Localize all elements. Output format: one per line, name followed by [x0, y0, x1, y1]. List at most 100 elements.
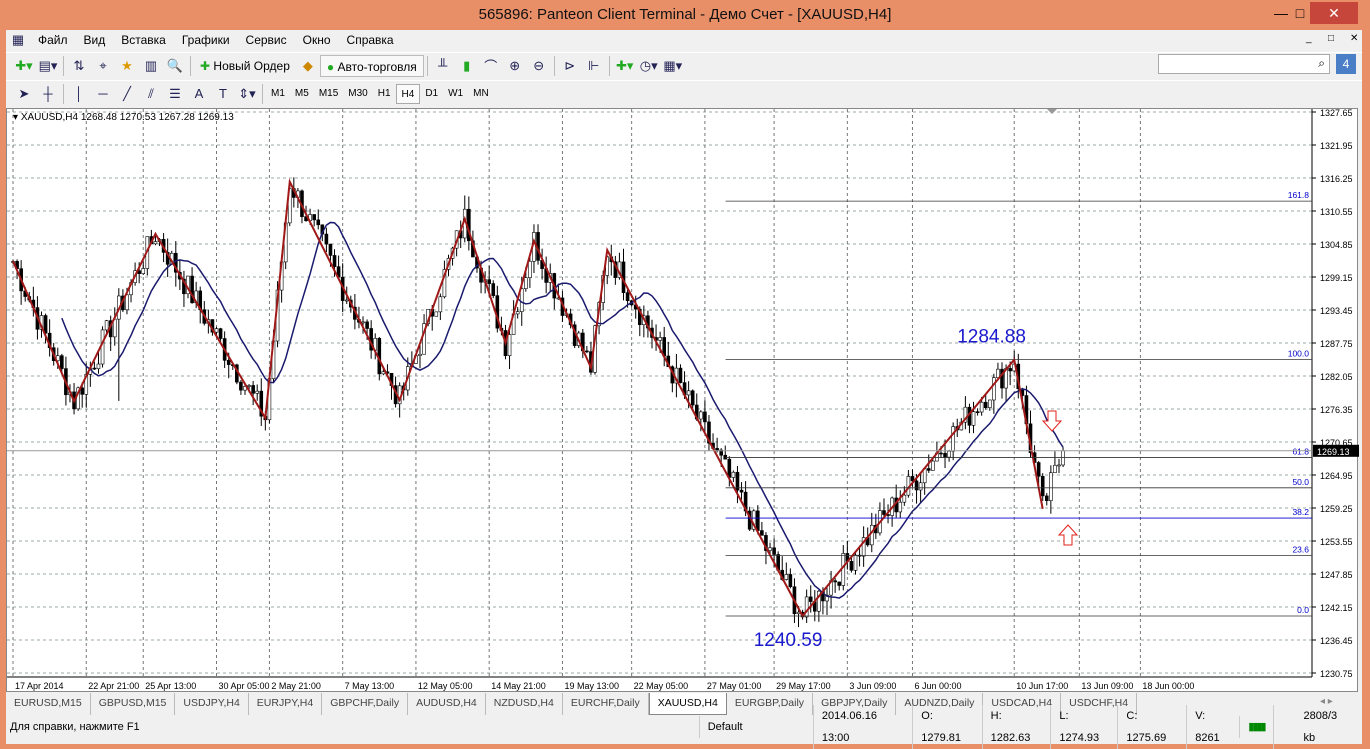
candle	[259, 378, 264, 426]
new-order-button[interactable]: ✚ Новый Ордер	[194, 55, 296, 77]
search-icon[interactable]: ⌕	[1318, 56, 1325, 71]
candle	[967, 403, 972, 434]
chart-tab[interactable]: EURGBP,Daily	[727, 693, 814, 715]
candle	[833, 578, 837, 593]
close-button[interactable]: ✕	[1310, 2, 1358, 24]
menu-item[interactable]: Графики	[174, 33, 238, 47]
candle-body	[943, 452, 947, 458]
chart-tab[interactable]: EURCHF,Daily	[563, 693, 649, 715]
candle	[536, 224, 540, 265]
crosshair-icon[interactable]: ┼	[36, 83, 60, 105]
vertical-line-icon[interactable]: │	[67, 83, 91, 105]
menu-item[interactable]: Вставка	[113, 33, 174, 47]
maximize-button[interactable]: □	[1290, 2, 1310, 24]
new-chart-icon[interactable]: ✚▾	[12, 55, 36, 77]
metaeditor-icon[interactable]: ◆	[296, 55, 320, 77]
candle-body	[804, 596, 809, 618]
horizontal-line-icon[interactable]: ─	[91, 83, 115, 105]
search-input[interactable]: ⌕	[1158, 54, 1330, 74]
candle-body	[975, 411, 980, 413]
indicators-icon[interactable]: ✚▾	[613, 55, 637, 77]
candle	[825, 585, 829, 615]
candle	[312, 214, 316, 227]
equidistant-channel-icon[interactable]: ⫽	[139, 83, 163, 105]
text-icon[interactable]: A	[187, 83, 211, 105]
mdi-minimize-button[interactable]: _	[1306, 33, 1312, 44]
chart-tab[interactable]: GBPCHF,Daily	[322, 693, 409, 715]
x-tick-label: 29 May 17:00	[776, 681, 831, 691]
auto-trading-button[interactable]: ● Авто-торговля	[319, 54, 424, 77]
menu-item[interactable]: Окно	[295, 33, 339, 47]
candle-body	[756, 510, 760, 531]
menu-item[interactable]: Вид	[76, 33, 114, 47]
candle-body	[60, 355, 64, 369]
y-tick-label: 1287.75	[1320, 339, 1353, 349]
timeframe-mn[interactable]: MN	[468, 84, 494, 104]
candle	[703, 400, 707, 434]
market-watch-icon[interactable]: ⇅	[67, 55, 91, 77]
candle	[678, 364, 683, 384]
fib-level-label: 161.8	[1288, 190, 1310, 200]
tester-icon[interactable]: 🔍	[163, 55, 187, 77]
x-tick-label: 6 Jun 00:00	[914, 681, 961, 691]
candle-body	[699, 411, 703, 420]
text-label-icon[interactable]: T	[211, 83, 235, 105]
candle-body	[1036, 462, 1041, 477]
timeframe-m30[interactable]: M30	[343, 84, 372, 104]
chart-tab[interactable]: EURJPY,H4	[249, 693, 323, 715]
community-icon[interactable]: 4	[1336, 54, 1356, 74]
price-chart[interactable]: 1327.65 1321.95 1316.25 1310.55 1304.85 1299.…	[6, 108, 1359, 692]
timeframe-w1[interactable]: W1	[443, 84, 468, 104]
candle	[467, 196, 471, 251]
candle	[987, 399, 992, 411]
chart-tab[interactable]: GBPUSD,M15	[91, 693, 176, 715]
candle	[812, 590, 817, 622]
periods-icon[interactable]: ◷▾	[637, 55, 661, 77]
menu-item[interactable]: Сервис	[238, 33, 295, 47]
bar-chart-icon[interactable]: ╨	[431, 55, 455, 77]
candle-body	[524, 277, 528, 289]
chart-tab[interactable]: EURUSD,M15	[6, 693, 91, 715]
menu-item[interactable]: Файл	[30, 33, 76, 47]
timeframe-m5[interactable]: M5	[290, 84, 314, 104]
candlestick-icon[interactable]: ▮	[455, 55, 479, 77]
arrows-icon[interactable]: ⇕▾	[235, 83, 259, 105]
candle-body	[528, 260, 532, 279]
data-window-icon[interactable]: ⌖	[91, 55, 115, 77]
chart-tab[interactable]: NZDUSD,H4	[486, 693, 563, 715]
line-chart-icon[interactable]: ⌒	[479, 55, 503, 77]
timeframe-m1[interactable]: M1	[266, 84, 290, 104]
chart-tab[interactable]: USDJPY,H4	[175, 693, 249, 715]
profiles-icon[interactable]: ▤▾	[36, 55, 60, 77]
candle-body	[43, 315, 48, 334]
candle	[507, 330, 512, 370]
zoom-out-icon[interactable]: ⊖	[527, 55, 551, 77]
timeframe-h4[interactable]: H4	[395, 83, 421, 104]
candle-body	[992, 377, 996, 401]
menu-item[interactable]: Справка	[339, 33, 402, 47]
zoom-in-icon[interactable]: ⊕	[503, 55, 527, 77]
terminal-icon[interactable]: ▥	[139, 55, 163, 77]
candle-body	[365, 321, 369, 329]
candle-body	[239, 381, 243, 391]
candle	[251, 380, 255, 406]
chart-tab[interactable]: XAUUSD,H4	[648, 693, 727, 715]
timeframe-m15[interactable]: M15	[314, 84, 343, 104]
trendline-icon[interactable]: ╱	[115, 83, 139, 105]
mdi-close-button[interactable]: ✕	[1350, 33, 1358, 44]
candle-body	[784, 574, 789, 580]
fibonacci-icon[interactable]: ☰	[163, 83, 187, 105]
y-tick-label: 1310.55	[1320, 207, 1353, 217]
candle	[613, 255, 618, 285]
timeframe-h1[interactable]: H1	[373, 84, 396, 104]
navigator-icon[interactable]: ★	[115, 55, 139, 77]
cursor-icon[interactable]: ➤	[12, 83, 36, 105]
timeframe-d1[interactable]: D1	[420, 84, 443, 104]
autoscroll-icon[interactable]: ⊳	[558, 55, 582, 77]
chart-shift-icon[interactable]: ⊩	[582, 55, 606, 77]
templates-icon[interactable]: ▦▾	[661, 55, 685, 77]
candle-body	[153, 241, 158, 245]
status-traffic: 2808/3 kb	[1272, 705, 1358, 749]
mdi-restore-button[interactable]: □	[1328, 33, 1334, 44]
chart-tab[interactable]: AUDUSD,H4	[408, 693, 486, 715]
